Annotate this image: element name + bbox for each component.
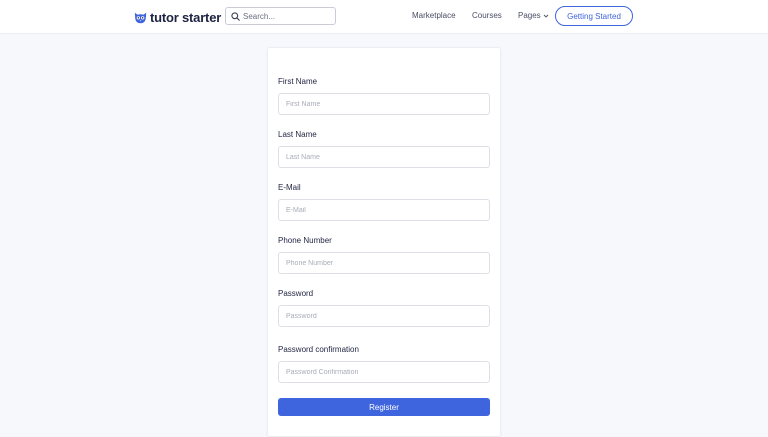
- first-name-input[interactable]: [278, 93, 490, 115]
- site-logo[interactable]: tutor starter: [134, 8, 221, 26]
- search-input[interactable]: [243, 9, 333, 23]
- nav-marketplace[interactable]: Marketplace: [412, 11, 456, 20]
- logo-text: tutor starter: [150, 9, 222, 25]
- nav-pages[interactable]: Pages: [518, 11, 549, 20]
- last-name-input[interactable]: [278, 146, 490, 168]
- top-header: tutor starter Marketplace Courses Pages …: [0, 0, 768, 34]
- last-name-label: Last Name: [278, 130, 317, 139]
- phone-input[interactable]: [278, 252, 490, 274]
- phone-label: Phone Number: [278, 236, 332, 245]
- search-box[interactable]: [225, 7, 336, 25]
- getting-started-button[interactable]: Getting Started: [555, 6, 633, 26]
- email-label: E-Mail: [278, 183, 301, 192]
- search-icon: [231, 11, 240, 21]
- nav-courses[interactable]: Courses: [472, 11, 502, 20]
- password-confirmation-label: Password confirmation: [278, 345, 359, 354]
- email-input[interactable]: [278, 199, 490, 221]
- password-input[interactable]: [278, 305, 490, 327]
- nav-pages-label: Pages: [518, 11, 541, 20]
- password-label: Password: [278, 289, 314, 298]
- first-name-label: First Name: [278, 77, 318, 86]
- register-button[interactable]: Register: [278, 398, 490, 416]
- chevron-down-icon: [543, 14, 549, 18]
- password-confirmation-input[interactable]: [278, 361, 490, 383]
- owl-logo-icon: [134, 12, 147, 23]
